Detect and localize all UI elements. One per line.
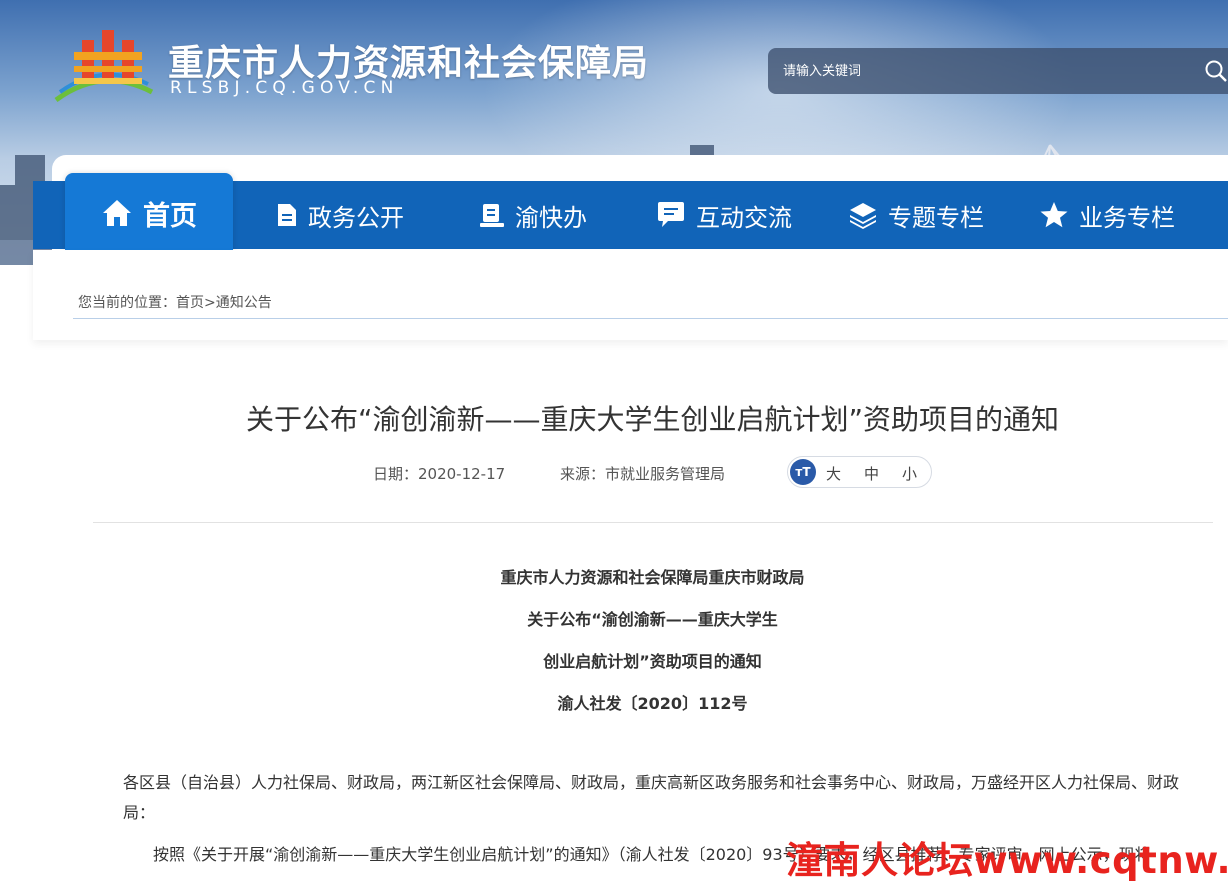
- doc-header-line: 关于公布“渝创渝新——重庆大学生: [527, 610, 778, 629]
- service-desk-icon: [480, 204, 504, 227]
- nav-label-interaction: 互动交流: [696, 203, 792, 232]
- layers-icon: [850, 203, 876, 229]
- search-icon[interactable]: [1204, 59, 1228, 83]
- breadcrumb-divider: [73, 318, 1228, 319]
- nav-item-gov-affairs[interactable]: 政务公开: [276, 181, 404, 249]
- document-icon: [278, 204, 296, 226]
- nav-label-business: 业务专栏: [1079, 203, 1175, 232]
- article-title: 关于公布“渝创渝新——重庆大学生创业启航计划”资助项目的通知: [245, 403, 1059, 436]
- font-size-large-button[interactable]: 大: [826, 463, 841, 484]
- search-input[interactable]: [768, 48, 1188, 94]
- nav-label-home: 首页: [143, 200, 197, 232]
- nav-item-interaction[interactable]: 互动交流: [656, 181, 792, 249]
- font-size-control: тT 大 中 小: [787, 456, 932, 488]
- watermark: 潼南人论坛www.cqtnw.cn: [786, 839, 1228, 882]
- font-size-medium-button[interactable]: 中: [864, 463, 879, 484]
- nav-item-business[interactable]: 业务专栏: [1039, 181, 1175, 249]
- home-icon: [103, 200, 131, 226]
- font-size-small-button[interactable]: 小: [902, 463, 917, 484]
- article-recipients: 各区县（自治县）人力社保局、财政局，两江新区社会保障局、财政局，重庆高新区政务服…: [123, 773, 1180, 822]
- nav-item-yukuaiban[interactable]: 渝快办: [479, 181, 587, 249]
- breadcrumb-home-link[interactable]: 首页: [176, 295, 204, 311]
- article-divider: [93, 522, 1213, 523]
- breadcrumb: 您当前的位置：首页>通知公告: [78, 292, 272, 312]
- nav-label-topics: 专题专栏: [888, 203, 984, 232]
- doc-number: 渝人社发〔2020〕112号: [557, 694, 748, 713]
- nav-label-gov-affairs: 政务公开: [308, 203, 404, 232]
- article-date: 日期：2020-12-17: [373, 465, 506, 483]
- search-box: [768, 48, 1228, 94]
- site-domain: RLSBJ.CQ.GOV.CN: [170, 78, 399, 98]
- nav-item-topics[interactable]: 专题专栏: [848, 181, 984, 249]
- breadcrumb-prefix: 您当前的位置：: [78, 295, 176, 311]
- star-icon: [1040, 202, 1068, 228]
- breadcrumb-current-link[interactable]: 通知公告: [216, 295, 272, 311]
- nav-item-home[interactable]: 首页: [65, 173, 233, 253]
- nav-label-yukuaiban: 渝快办: [515, 203, 587, 232]
- site-logo[interactable]: [52, 26, 156, 106]
- chat-icon: [658, 202, 684, 227]
- article-source: 来源：市就业服务管理局: [560, 465, 726, 483]
- doc-header-line: 创业启航计划”资助项目的通知: [543, 652, 762, 671]
- main-nav: 首页 政务公开 渝快办 互动交流 专题专栏 业务专栏: [33, 173, 1228, 253]
- doc-header-line: 重庆市人力资源和社会保障局重庆市财政局: [500, 568, 805, 587]
- font-size-icon: тT: [790, 459, 816, 485]
- breadcrumb-separator: >: [204, 295, 216, 311]
